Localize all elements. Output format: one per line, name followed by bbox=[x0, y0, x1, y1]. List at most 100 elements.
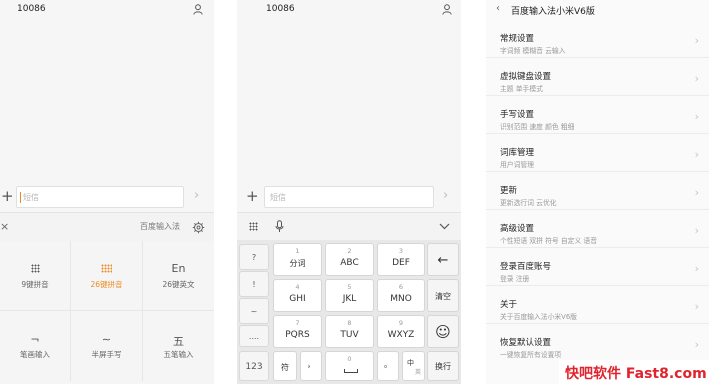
chevron-right-icon: › bbox=[694, 262, 699, 275]
english-icon: En bbox=[171, 262, 186, 275]
send-icon[interactable]: › bbox=[194, 188, 199, 203]
chevron-right-icon: › bbox=[694, 338, 699, 351]
back-icon[interactable]: ‹ bbox=[496, 3, 500, 14]
item-title: 手写设置 bbox=[500, 110, 535, 120]
handwriting-icon: ∼ bbox=[101, 333, 112, 346]
wubi-icon: 五 bbox=[173, 335, 184, 348]
punct-tilde-key[interactable]: ~ bbox=[239, 298, 269, 324]
microphone-icon[interactable] bbox=[275, 220, 284, 233]
mode-label: 半屏手写 bbox=[91, 350, 122, 359]
chevron-right-icon: › bbox=[694, 34, 699, 47]
key-9[interactable]: 9 WXYZ bbox=[377, 315, 425, 348]
settings-item-baidu-login[interactable]: 登录百度账号 登录 注册 › bbox=[486, 248, 709, 286]
key-2[interactable]: 2 ABC bbox=[325, 243, 374, 276]
language-switch-key[interactable]: 中 英 bbox=[402, 351, 425, 381]
item-title: 恢复默认设置 bbox=[500, 338, 552, 348]
key-letters: MNO bbox=[390, 294, 412, 304]
settings-item-dictionary[interactable]: 词库管理 用户词管理 › bbox=[486, 134, 709, 172]
mode-9key-pinyin[interactable]: 9键拼音 bbox=[0, 241, 71, 311]
key-number: 4 bbox=[295, 283, 300, 291]
key-number: 8 bbox=[347, 319, 352, 327]
item-subtitle: 一键恢复所有设置项 bbox=[500, 351, 562, 359]
close-icon[interactable]: × bbox=[0, 220, 9, 233]
dot-grid-icon bbox=[0, 263, 70, 277]
comma-key[interactable]: ， bbox=[300, 351, 322, 381]
mode-wubi[interactable]: 五 五笔输入 bbox=[143, 311, 214, 381]
message-input[interactable]: 短信 bbox=[264, 186, 434, 208]
text-cursor bbox=[20, 192, 21, 203]
settings-item-about[interactable]: 关于 关于百度输入法小米V6版 › bbox=[486, 286, 709, 324]
settings-item-general[interactable]: 常规设置 字词频 模糊音 云输入 › bbox=[486, 20, 709, 58]
title-bar: 10086 bbox=[0, 0, 214, 20]
key-4[interactable]: 4 GHI bbox=[273, 279, 322, 312]
stroke-icon: ¬ bbox=[30, 333, 40, 346]
mode-26key-pinyin[interactable]: 26键拼音 bbox=[71, 241, 143, 311]
backspace-key[interactable]: ← bbox=[427, 243, 459, 276]
mode-label: 五笔输入 bbox=[163, 350, 194, 359]
numbers-key[interactable]: 123 bbox=[239, 351, 269, 381]
settings-item-update[interactable]: 更新 更新选行词 云优化 › bbox=[486, 172, 709, 210]
message-input[interactable]: 短信 bbox=[16, 186, 184, 208]
compose-bar: + 短信 › bbox=[237, 182, 461, 212]
space-bar-icon bbox=[344, 369, 358, 373]
send-icon[interactable]: › bbox=[443, 188, 448, 203]
key-7[interactable]: 7 PQRS bbox=[273, 315, 322, 348]
message-area bbox=[237, 20, 461, 182]
contact-icon[interactable] bbox=[193, 4, 203, 15]
title-bar: 10086 bbox=[237, 0, 461, 20]
period-label: 。 bbox=[384, 360, 392, 369]
key-8[interactable]: 8 TUV bbox=[325, 315, 374, 348]
mode-stroke[interactable]: ¬ 笔画输入 bbox=[0, 311, 71, 381]
contact-number: 10086 bbox=[266, 4, 295, 14]
attach-plus-icon[interactable]: + bbox=[246, 187, 259, 205]
item-subtitle: 个性短语 双拼 符号 自定义 语音 bbox=[500, 237, 598, 245]
sms-screen-mode-picker: 10086 + 短信 › × 百度输入法 9键拼音 26键拼音 En 26键英文… bbox=[0, 0, 214, 384]
mode-label: 26键拼音 bbox=[90, 280, 123, 289]
watermark-text: 快吧软件 Fast8.com bbox=[565, 366, 707, 382]
key-letters: GHI bbox=[289, 294, 306, 304]
key-6[interactable]: 6 MNO bbox=[377, 279, 425, 312]
key-number: 0 bbox=[347, 355, 352, 363]
key-letters: PQRS bbox=[285, 330, 310, 340]
clear-key[interactable]: 清空 bbox=[427, 279, 459, 312]
contact-icon[interactable] bbox=[442, 4, 452, 15]
settings-item-restore-defaults[interactable]: 恢复默认设置 一键恢复所有设置项 › bbox=[486, 324, 709, 362]
key-letters: DEF bbox=[392, 258, 410, 268]
mode-half-handwriting[interactable]: ∼ 半屏手写 bbox=[71, 311, 143, 381]
punct-ellipsis-key[interactable]: .... bbox=[239, 325, 269, 347]
key-1[interactable]: 1 分词 bbox=[273, 243, 322, 276]
compose-bar: + 短信 › bbox=[0, 182, 214, 212]
key-5[interactable]: 5 JKL bbox=[325, 279, 374, 312]
chevron-right-icon: › bbox=[694, 300, 699, 313]
space-key[interactable]: 0 bbox=[325, 351, 374, 381]
gear-icon[interactable] bbox=[192, 221, 205, 234]
item-subtitle: 字词频 模糊音 云输入 bbox=[500, 47, 566, 55]
item-title: 登录百度账号 bbox=[500, 262, 552, 272]
keyboard-grid-icon[interactable] bbox=[249, 222, 258, 231]
attach-plus-icon[interactable]: + bbox=[1, 187, 14, 205]
mode-label: 9键拼音 bbox=[21, 280, 49, 289]
emoji-key[interactable]: ☺ bbox=[427, 315, 459, 348]
mode-26key-english[interactable]: En 26键英文 bbox=[143, 241, 214, 311]
punct-question-key[interactable]: ? bbox=[239, 244, 269, 270]
settings-item-advanced[interactable]: 高级设置 个性短语 双拼 符号 自定义 语音 › bbox=[486, 210, 709, 248]
input-mode-grid: 9键拼音 26键拼音 En 26键英文 ¬ 笔画输入 ∼ 半屏手写 五 五笔输入 bbox=[0, 241, 214, 384]
punct-exclaim-key[interactable]: ! bbox=[239, 271, 269, 297]
item-subtitle: 用户词管理 bbox=[500, 161, 534, 169]
input-placeholder: 短信 bbox=[270, 193, 286, 202]
key-3[interactable]: 3 DEF bbox=[377, 243, 425, 276]
settings-item-virtual-keyboard[interactable]: 虚拟键盘设置 主题 单手模式 › bbox=[486, 58, 709, 96]
key-letters: JKL bbox=[342, 294, 357, 304]
item-title: 更新 bbox=[500, 186, 518, 196]
symbol-key[interactable]: 符 bbox=[273, 351, 297, 381]
period-key[interactable]: 。 bbox=[377, 351, 399, 381]
item-subtitle: 关于百度输入法小米V6版 bbox=[500, 313, 577, 321]
item-title: 高级设置 bbox=[500, 224, 535, 234]
enter-key[interactable]: 换行 bbox=[427, 351, 459, 381]
item-subtitle: 主题 单手模式 bbox=[500, 85, 543, 93]
chevron-down-icon[interactable] bbox=[439, 223, 450, 230]
key-number: 5 bbox=[347, 283, 352, 291]
key-number: 1 bbox=[295, 247, 300, 255]
settings-item-handwriting[interactable]: 手写设置 识别范围 速度 颜色 粗细 › bbox=[486, 96, 709, 134]
key-number: 9 bbox=[398, 319, 404, 327]
